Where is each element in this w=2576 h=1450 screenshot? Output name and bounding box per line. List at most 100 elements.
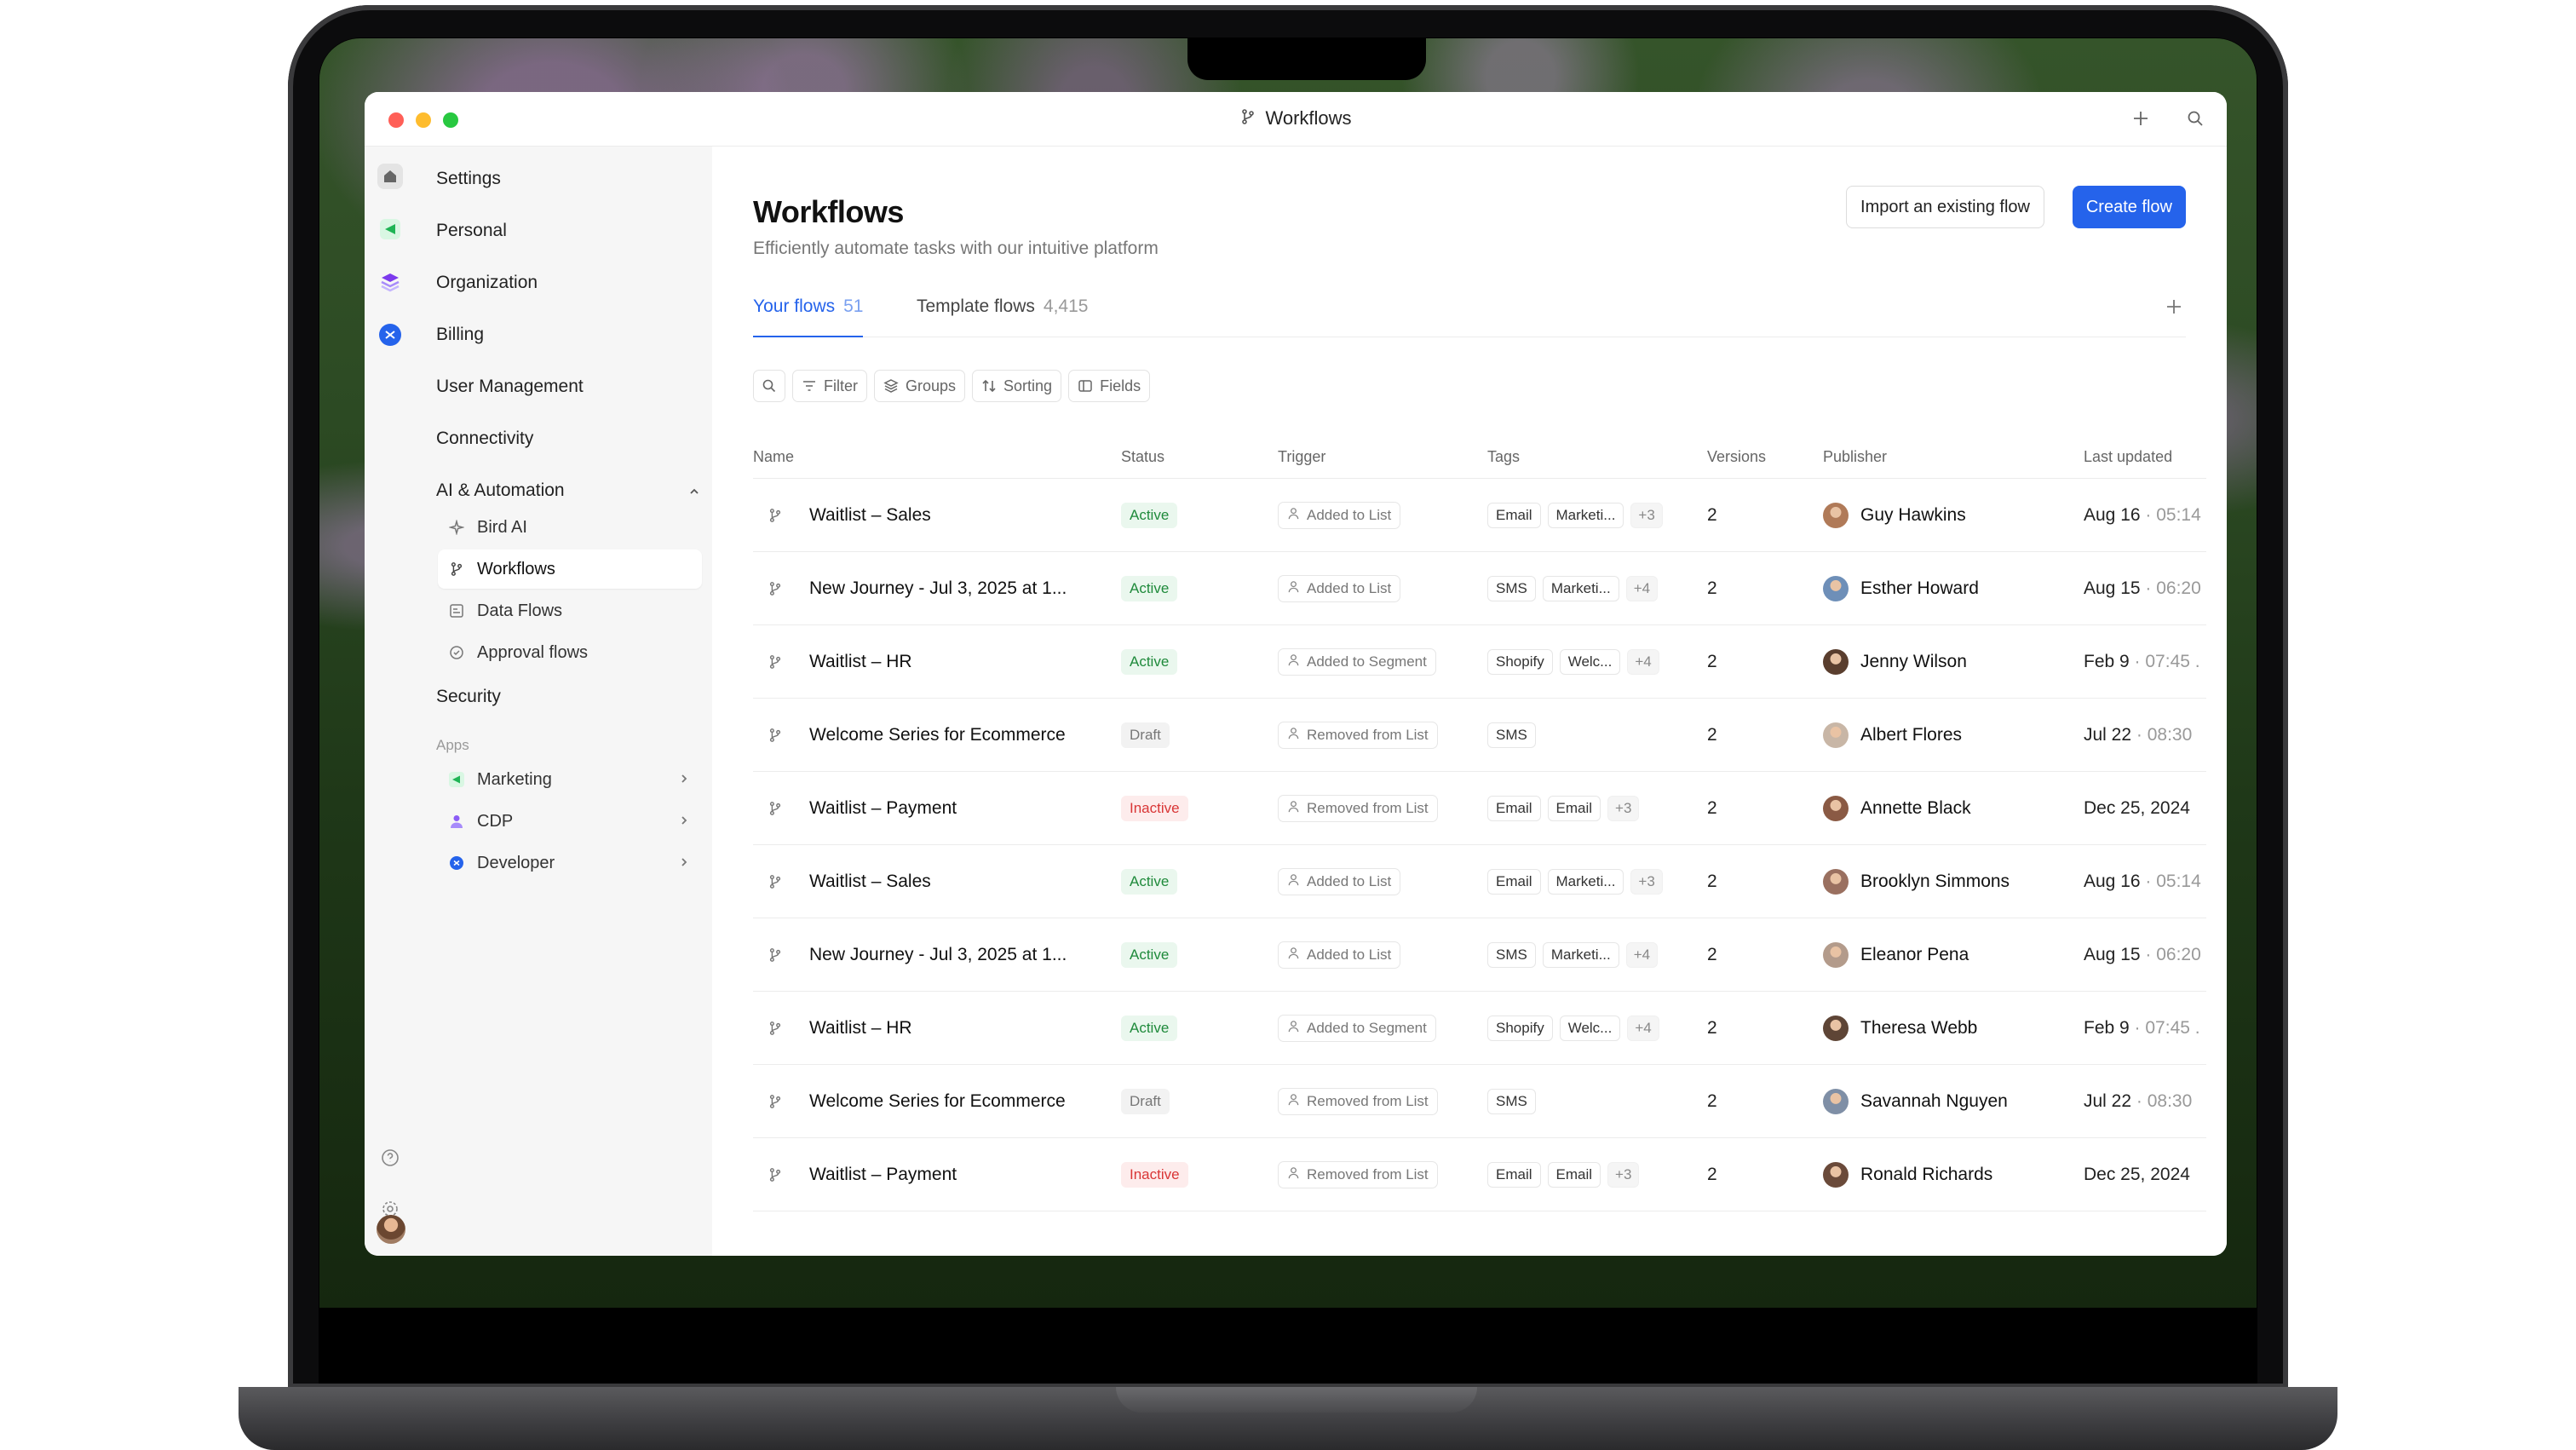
rail-help[interactable] (377, 1145, 403, 1171)
groups-button[interactable]: Groups (874, 370, 966, 402)
flow-name[interactable]: Welcome Series for Ecommerce (809, 1065, 1124, 1138)
create-flow-button[interactable]: Create flow (2072, 186, 2186, 228)
more-tags-chip[interactable]: +4 (1625, 942, 1659, 968)
rail-marketing[interactable] (377, 216, 403, 242)
new-plus-button[interactable] (2128, 106, 2153, 131)
flow-name[interactable]: New Journey - Jul 3, 2025 at 1... (809, 552, 1124, 625)
flow-name[interactable]: Waitlist – Sales (809, 479, 1124, 552)
rail-home[interactable] (377, 164, 403, 189)
filter-button[interactable]: Filter (792, 370, 867, 402)
status-badge: Active (1121, 503, 1178, 528)
tag-chip[interactable]: SMS (1487, 722, 1536, 748)
avatar (1823, 1016, 1849, 1041)
branch-icon (760, 573, 791, 604)
sidebar-item-ai-automation[interactable]: AI & Automation (436, 480, 699, 501)
table-row[interactable]: New Journey - Jul 3, 2025 at 1... Active A… (753, 552, 2206, 625)
global-search-button[interactable] (2182, 106, 2208, 131)
table-row[interactable]: Waitlist – Sales Active Added to List Email… (753, 479, 2206, 552)
table-row[interactable]: Waitlist – HR Active Added to Segment Shopi… (753, 992, 2206, 1065)
more-tags-chip[interactable]: +4 (1627, 649, 1659, 675)
sidebar-sub-workflows[interactable]: Workflows (438, 550, 702, 589)
publisher-cell: Albert Flores (1823, 699, 1962, 772)
table-row[interactable]: Welcome Series for Ecommerce Draft Removed… (753, 699, 2206, 772)
sidebar-item-connectivity[interactable]: Connectivity (436, 429, 533, 449)
tag-chip[interactable]: Marketi... (1542, 942, 1619, 968)
tag-chip[interactable]: Shopify (1487, 649, 1553, 675)
table-row[interactable]: Waitlist – HR Active Added to Segment Shopi… (753, 625, 2206, 699)
sidebar-item-organization[interactable]: Organization (436, 273, 538, 293)
more-tags-chip[interactable]: +3 (1630, 869, 1663, 895)
tag-chip[interactable]: SMS (1487, 942, 1536, 968)
table-search-button[interactable] (753, 370, 785, 402)
tag-chip[interactable]: Email (1547, 1162, 1601, 1188)
column-header-trigger[interactable]: Trigger (1278, 448, 1325, 466)
more-tags-chip[interactable]: +4 (1627, 1016, 1659, 1041)
sidebar-item-security[interactable]: Security (436, 687, 501, 707)
sidebar-sub-approval-flows[interactable]: Approval flows (438, 633, 702, 672)
more-tags-chip[interactable]: +3 (1607, 796, 1640, 821)
tag-chip[interactable]: Marketi... (1547, 503, 1624, 528)
tag-chip[interactable]: Marketi... (1542, 576, 1619, 601)
column-header-status[interactable]: Status (1121, 448, 1164, 466)
tag-chip[interactable]: Marketi... (1547, 869, 1624, 895)
tag-chip[interactable]: Email (1487, 869, 1541, 895)
sidebar-app-label: Developer (477, 853, 555, 872)
tag-chip[interactable]: Email (1487, 503, 1541, 528)
column-header-updated[interactable]: Last updated (2084, 448, 2172, 466)
flow-name[interactable]: Waitlist – HR (809, 625, 1124, 699)
table-row[interactable]: Waitlist – Payment Inactive Removed from L… (753, 1138, 2206, 1211)
filter-label: Filter (824, 377, 858, 394)
tag-chip[interactable]: Shopify (1487, 1016, 1553, 1041)
flow-name[interactable]: Waitlist – Sales (809, 845, 1124, 918)
flow-name[interactable]: New Journey - Jul 3, 2025 at 1... (809, 918, 1124, 992)
tag-chip[interactable]: SMS (1487, 576, 1536, 601)
rail-developer[interactable] (377, 322, 403, 348)
branch-icon (760, 1159, 791, 1190)
sidebar-item-billing[interactable]: Billing (436, 325, 484, 345)
sidebar-app-developer[interactable]: Developer (438, 843, 702, 883)
column-header-name[interactable]: Name (753, 448, 794, 466)
tag-chip[interactable]: Email (1487, 796, 1541, 821)
column-header-publisher[interactable]: Publisher (1823, 448, 1887, 466)
sorting-button[interactable]: Sorting (972, 370, 1062, 402)
column-header-versions[interactable]: Versions (1707, 448, 1766, 466)
import-flow-button[interactable]: Import an existing flow (1846, 186, 2044, 228)
status-badge: Active (1121, 942, 1178, 968)
table-row[interactable]: Welcome Series for Ecommerce Draft Removed… (753, 1065, 2206, 1138)
trigger-chip: Added to List (1278, 502, 1401, 529)
flow-name[interactable]: Waitlist – Payment (809, 1138, 1124, 1211)
more-tags-chip[interactable]: +3 (1630, 503, 1663, 528)
flow-name[interactable]: Waitlist – HR (809, 992, 1124, 1065)
tag-chip[interactable]: Email (1547, 796, 1601, 821)
flow-name[interactable]: Waitlist – Payment (809, 772, 1124, 845)
add-tab-button[interactable] (2162, 295, 2186, 319)
sidebar-sub-data-flows[interactable]: Data Flows (438, 591, 702, 630)
tag-chip[interactable]: Welc... (1559, 649, 1621, 675)
sidebar-item-personal[interactable]: Personal (436, 221, 507, 241)
table-row[interactable]: New Journey - Jul 3, 2025 at 1... Active A… (753, 918, 2206, 992)
table-row[interactable]: Waitlist – Sales Active Added to List Email… (753, 845, 2206, 918)
publisher-name: Albert Flores (1860, 725, 1963, 745)
updated-time: · 06:20 (2145, 578, 2201, 598)
sidebar-item-user-management[interactable]: User Management (436, 377, 584, 397)
fields-label: Fields (1100, 377, 1141, 394)
more-tags-chip[interactable]: +3 (1607, 1162, 1640, 1188)
sidebar-app-cdp[interactable]: CDP (438, 802, 702, 841)
sidebar-app-marketing[interactable]: Marketing (438, 760, 702, 799)
rail-cdp[interactable] (377, 269, 403, 295)
user-avatar[interactable] (377, 1215, 405, 1244)
trigger-chip: Removed from List (1278, 795, 1438, 822)
table-row[interactable]: Waitlist – Payment Inactive Removed from L… (753, 772, 2206, 845)
tag-chip[interactable]: Email (1487, 1162, 1541, 1188)
tag-chip[interactable]: Welc... (1559, 1016, 1621, 1041)
sidebar-sub-bird-ai[interactable]: Bird AI (438, 508, 702, 547)
tab-template-flows[interactable]: Template flows 4,415 (917, 296, 1088, 337)
publisher-name: Savannah Nguyen (1860, 1091, 2008, 1111)
flow-name[interactable]: Welcome Series for Ecommerce (809, 699, 1124, 772)
column-header-tags[interactable]: Tags (1487, 448, 1520, 466)
fields-button[interactable]: Fields (1068, 370, 1151, 402)
tab-your-flows[interactable]: Your flows 51 (753, 296, 864, 337)
tag-chip[interactable]: SMS (1487, 1089, 1536, 1114)
sidebar-item-settings[interactable]: Settings (436, 169, 501, 189)
more-tags-chip[interactable]: +4 (1625, 576, 1659, 601)
